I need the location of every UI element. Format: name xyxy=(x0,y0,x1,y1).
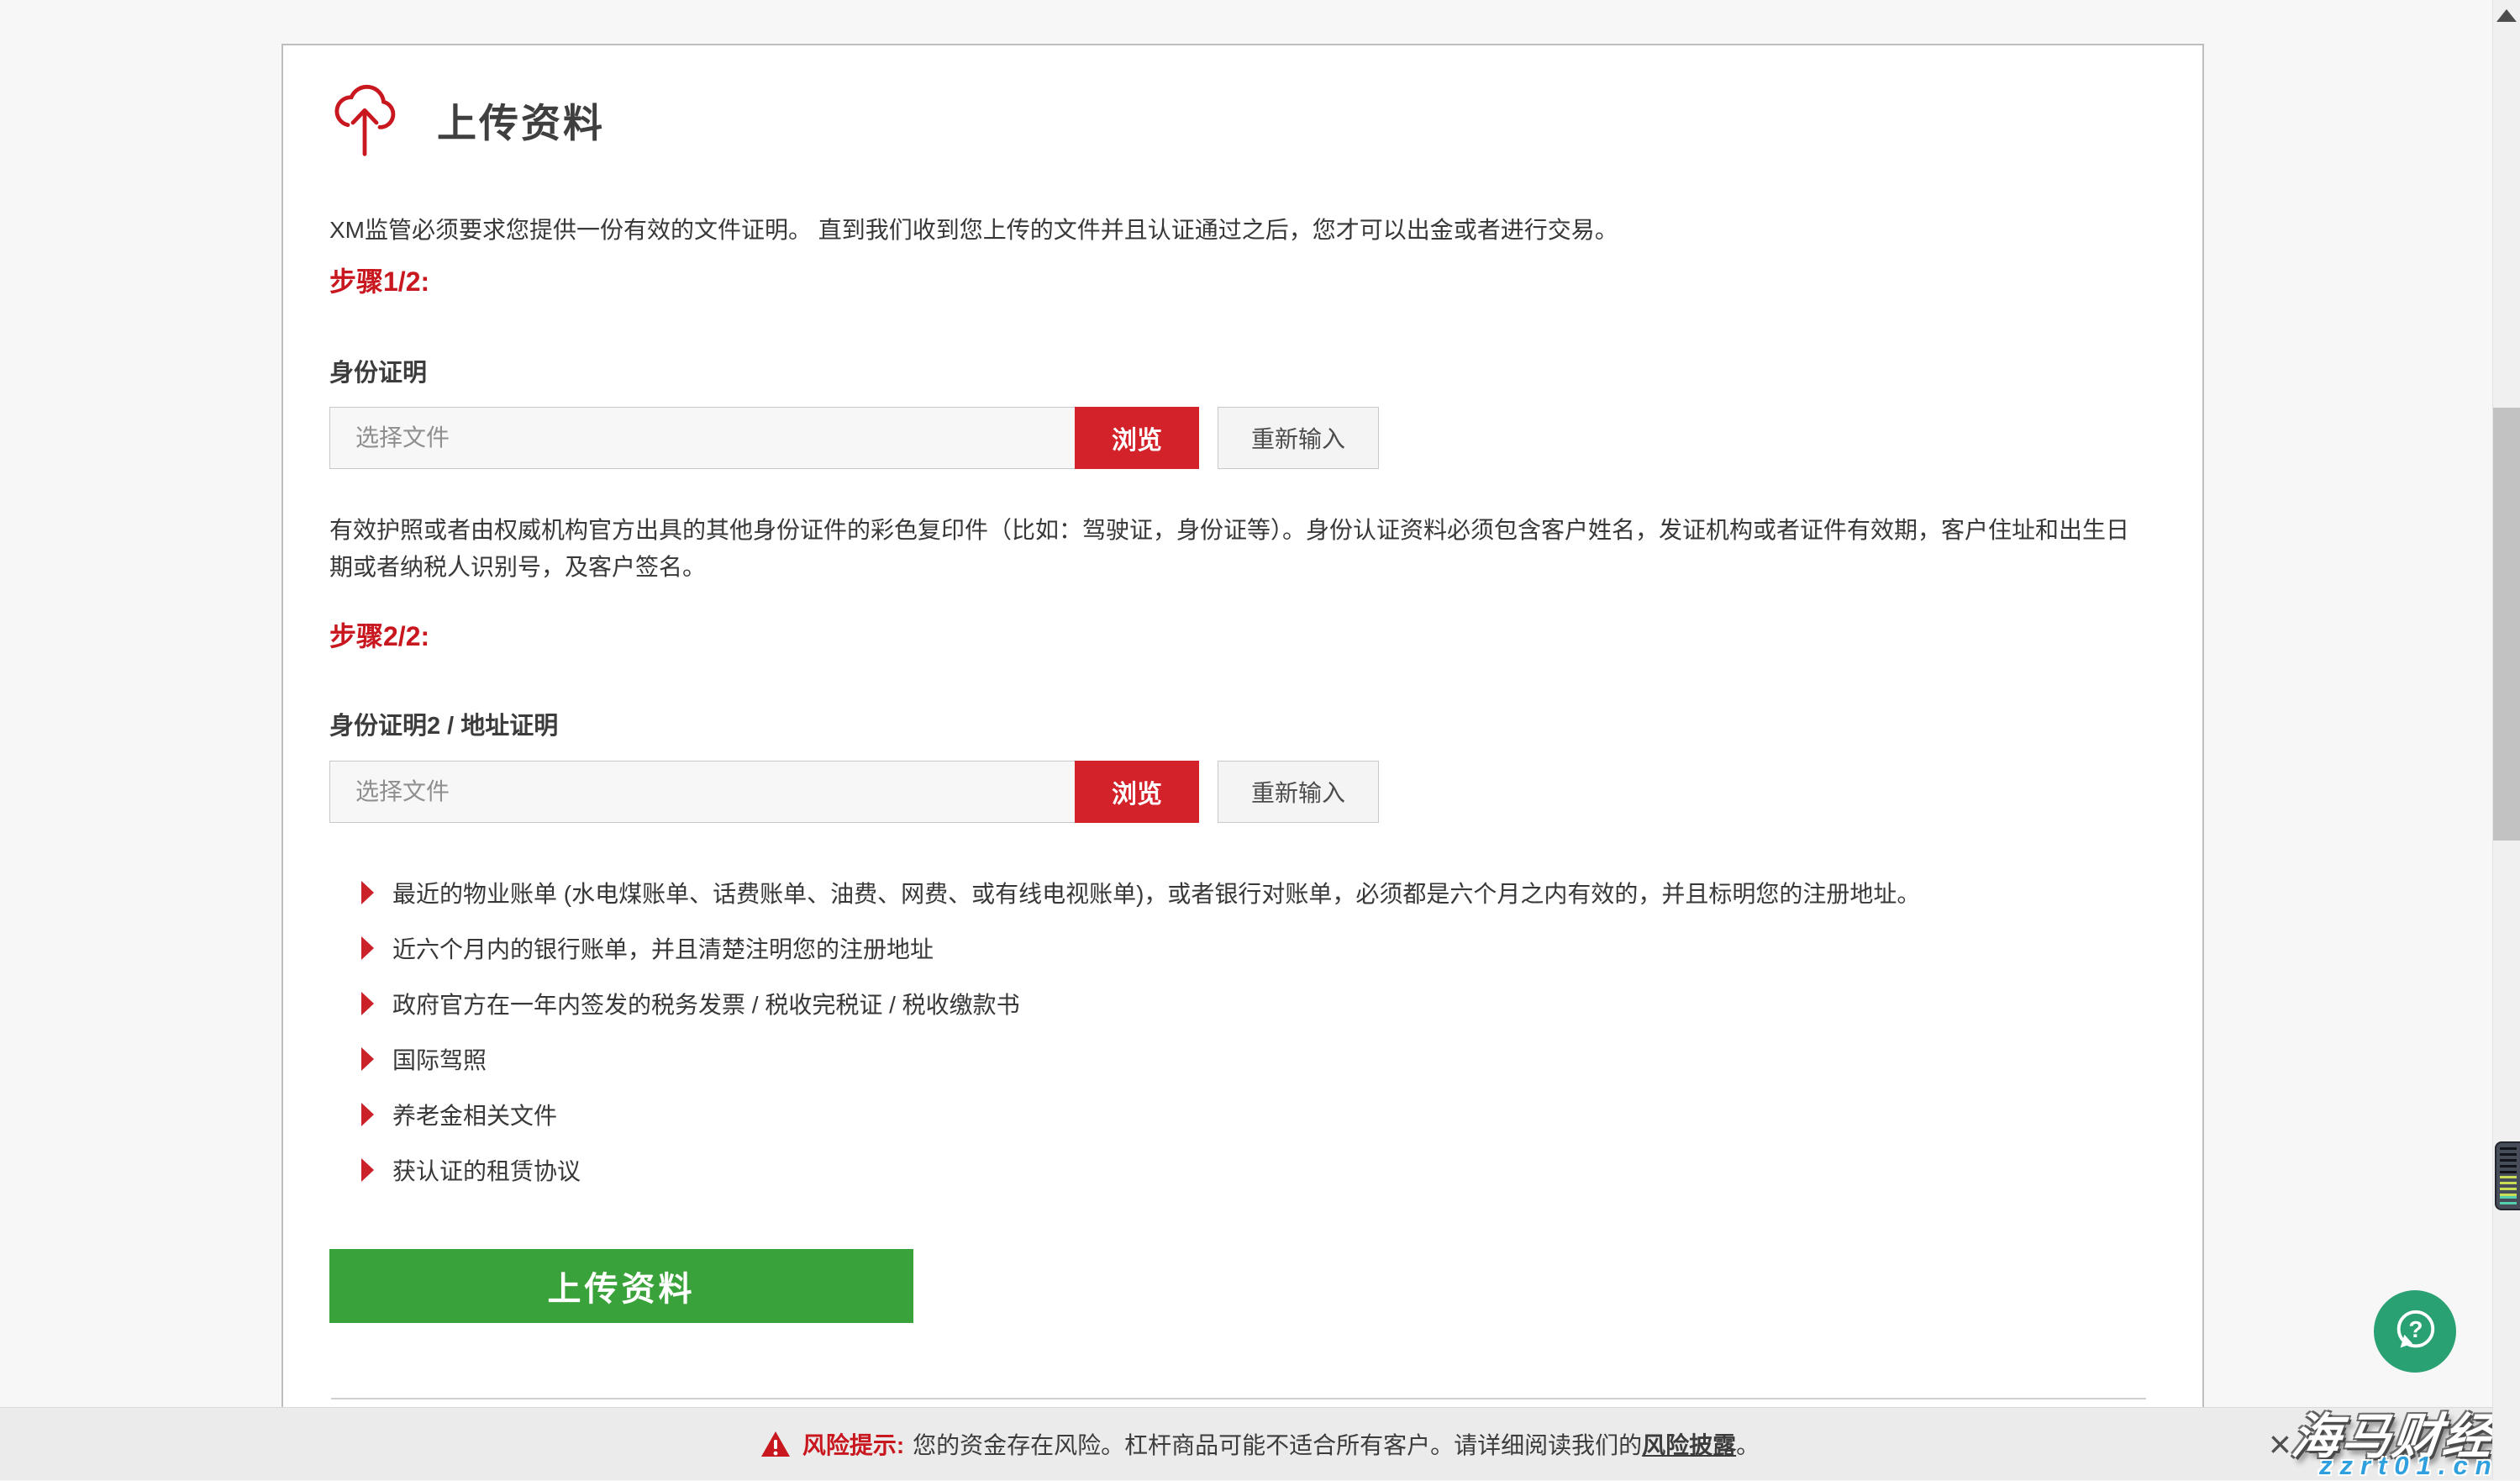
list-item-text: 获认证的租赁协议 xyxy=(392,1153,581,1187)
red-arrow-bullet-icon xyxy=(361,936,374,960)
list-item-text: 近六个月内的银行账单，并且清楚注明您的注册地址 xyxy=(392,931,934,965)
side-widget-stripes xyxy=(2500,1176,2517,1196)
list-item: 养老金相关文件 xyxy=(361,1098,1920,1131)
scrollbar-thumb[interactable] xyxy=(2493,408,2520,841)
page-title: 上传资料 xyxy=(437,91,605,149)
red-arrow-bullet-icon xyxy=(361,1103,374,1126)
close-icon[interactable]: × xyxy=(2269,1425,2291,1463)
red-arrow-bullet-icon xyxy=(361,1158,374,1182)
red-arrow-bullet-icon xyxy=(361,881,374,904)
file-placeholder-2: 选择文件 xyxy=(330,762,1075,822)
side-widget-stripes xyxy=(2500,1196,2517,1206)
accepted-documents-list: 最近的物业账单 (水电煤账单、话费账单、油费、网费、或有线电视账单)，或者银行对… xyxy=(361,876,1920,1209)
risk-disclosure-link[interactable]: 风险披露 xyxy=(1642,1427,1736,1461)
risk-warning-text: 您的资金存在风险。杠杆商品可能不适合所有客户。请详细阅读我们的 xyxy=(913,1427,1642,1461)
chat-question-icon: ? xyxy=(2391,1307,2439,1356)
step-1-label: 步骤1/2: xyxy=(329,261,429,299)
browse-button-2[interactable]: 浏览 xyxy=(1075,761,1199,823)
red-arrow-bullet-icon xyxy=(361,992,374,1015)
svg-text:?: ? xyxy=(2408,1316,2423,1342)
list-item: 国际驾照 xyxy=(361,1042,1920,1076)
file-placeholder-1: 选择文件 xyxy=(330,408,1075,468)
chat-support-button[interactable]: ? xyxy=(2374,1290,2456,1373)
list-item: 最近的物业账单 (水电煤账单、话费账单、油费、网费、或有线电视账单)，或者银行对… xyxy=(361,876,1920,909)
page-header: 上传资料 xyxy=(329,76,605,164)
file-input-1[interactable]: 选择文件 浏览 xyxy=(329,407,1199,469)
red-arrow-bullet-icon xyxy=(361,1047,374,1071)
section-divider xyxy=(331,1398,2146,1399)
side-widget[interactable] xyxy=(2495,1141,2520,1210)
risk-warning-label: 风险提示: xyxy=(802,1427,904,1461)
side-widget-stripes xyxy=(2500,1147,2517,1174)
identity-proof-description: 有效护照或者由权威机构官方出具的其他身份证件的彩色复印件（比如：驾驶证，身份证等… xyxy=(329,512,2149,586)
upload-submit-button[interactable]: 上传资料 xyxy=(329,1249,913,1323)
identity-proof-label: 身份证明 xyxy=(329,353,427,388)
list-item-text: 国际驾照 xyxy=(392,1042,487,1076)
step-2-label: 步骤2/2: xyxy=(329,615,429,654)
list-item: 政府官方在一年内签发的税务发票 / 税收完税证 / 税收缴款书 xyxy=(361,987,1920,1020)
upload-form-card: 上传资料 XM监管必须要求您提供一份有效的文件证明。 直到我们收到您上传的文件并… xyxy=(281,44,2204,1439)
file-upload-row-1: 选择文件 浏览 重新输入 xyxy=(329,407,1379,469)
list-item: 近六个月内的银行账单，并且清楚注明您的注册地址 xyxy=(361,931,1920,965)
list-item: 获认证的租赁协议 xyxy=(361,1153,1920,1187)
list-item-text: 最近的物业账单 (水电煤账单、话费账单、油费、网费、或有线电视账单)，或者银行对… xyxy=(392,876,1920,909)
risk-warning-suffix: 。 xyxy=(1736,1427,1760,1461)
address-proof-label: 身份证明2 / 地址证明 xyxy=(329,706,558,741)
file-input-2[interactable]: 选择文件 浏览 xyxy=(329,761,1199,823)
list-item-text: 养老金相关文件 xyxy=(392,1098,557,1131)
list-item-text: 政府官方在一年内签发的税务发票 / 税收完税证 / 税收缴款书 xyxy=(392,987,1020,1020)
reset-button-2[interactable]: 重新输入 xyxy=(1218,761,1379,823)
scrollbar-up-arrow-icon[interactable] xyxy=(2496,9,2517,22)
scrollbar-track[interactable] xyxy=(2492,0,2520,1480)
warning-triangle-icon xyxy=(760,1431,791,1457)
file-upload-row-2: 选择文件 浏览 重新输入 xyxy=(329,761,1379,823)
risk-warning-bar: 风险提示: 您的资金存在风险。杠杆商品可能不适合所有客户。请详细阅读我们的 风险… xyxy=(0,1407,2520,1480)
intro-text: XM监管必须要求您提供一份有效的文件证明。 直到我们收到您上传的文件并且认证通过… xyxy=(329,212,2153,245)
browse-button-1[interactable]: 浏览 xyxy=(1075,407,1199,469)
reset-button-1[interactable]: 重新输入 xyxy=(1218,407,1379,469)
cloud-upload-icon xyxy=(329,76,403,164)
